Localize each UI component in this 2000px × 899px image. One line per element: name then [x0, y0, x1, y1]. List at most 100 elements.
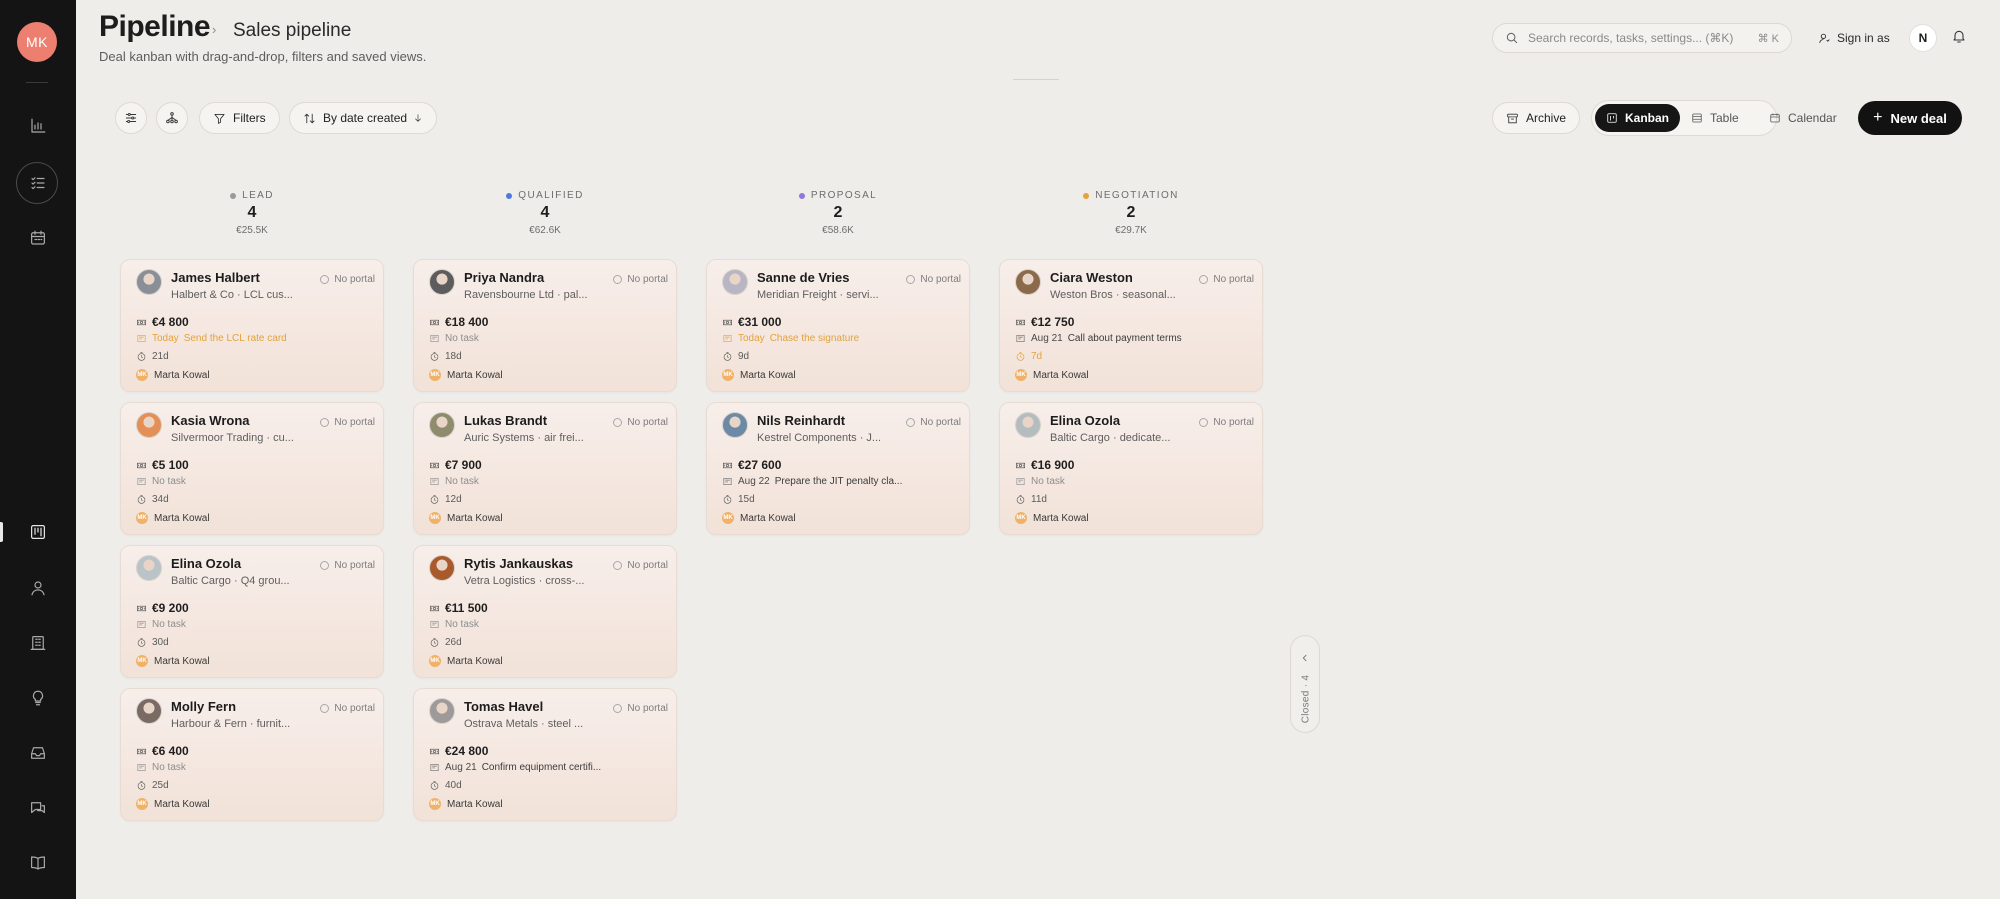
contact-name[interactable]: Molly Fern	[171, 699, 236, 714]
person-icon[interactable]	[22, 572, 54, 604]
new-deal-button[interactable]: + New deal	[1858, 101, 1962, 135]
table-view-icon	[1692, 113, 1702, 123]
contact-name[interactable]: Ciara Weston	[1050, 270, 1133, 285]
deal-card[interactable]: Elina Ozola No portal Baltic Cargo · Q4 gr…	[120, 545, 384, 678]
deal-task: No task	[136, 619, 186, 630]
calendar-icon[interactable]	[22, 222, 54, 254]
timer-icon	[137, 781, 146, 790]
sort-button[interactable]: By date created	[289, 102, 438, 134]
task-due: Aug 21	[445, 762, 477, 773]
inbox-icon[interactable]	[22, 737, 54, 769]
owner-name: Marta Kowal	[154, 369, 210, 381]
deal-age: 26d	[429, 637, 462, 648]
deal-organization: Halbert & Co · LCL cus...	[171, 289, 293, 301]
chart-icon[interactable]	[22, 110, 54, 142]
owner-name: Marta Kowal	[447, 512, 503, 524]
contact-name[interactable]: Tomas Havel	[464, 699, 543, 714]
deal-card[interactable]: Kasia Wrona No portal Silvermoor Trading ·…	[120, 402, 384, 535]
contact-name[interactable]: Rytis Jankauskas	[464, 556, 573, 571]
contact-avatar	[429, 412, 455, 438]
building-icon[interactable]	[22, 627, 54, 659]
deal-task[interactable]: Aug 21 Confirm equipment certifi...	[429, 762, 601, 773]
closed-column-toggle[interactable]: Closed · 4	[1290, 635, 1320, 733]
new-deal-label: New deal	[1890, 110, 1947, 126]
deal-card[interactable]: Lukas Brandt No portal Auric Systems · air…	[413, 402, 677, 535]
age-value: 34d	[152, 494, 169, 505]
breadcrumb[interactable]: Sales pipeline	[233, 20, 351, 42]
deal-card[interactable]: Molly Fern No portal Harbour & Fern · furn…	[120, 688, 384, 821]
deal-card[interactable]: James Halbert No portal Halbert & Co · LCL…	[120, 259, 384, 392]
task-icon	[723, 334, 732, 343]
contact-name[interactable]: Kasia Wrona	[171, 413, 250, 428]
deal-amount: €6 400	[136, 744, 189, 758]
filters-button[interactable]: Filters	[199, 102, 280, 134]
contact-name[interactable]: James Halbert	[171, 270, 260, 285]
deal-task[interactable]: Aug 21 Call about payment terms	[1015, 333, 1182, 344]
search-input[interactable]: Search records, tasks, settings... (⌘K) …	[1492, 23, 1792, 53]
user-badge[interactable]: N	[1909, 24, 1937, 52]
timer-icon	[1016, 352, 1025, 361]
timer-icon	[430, 638, 439, 647]
portal-label: No portal	[334, 274, 375, 285]
archive-button[interactable]: Archive	[1492, 102, 1581, 134]
deal-task[interactable]: Aug 22 Prepare the JIT penalty cla...	[722, 476, 902, 487]
user-avatar[interactable]: MK	[17, 22, 57, 62]
timer-icon	[430, 495, 439, 504]
deal-card[interactable]: Priya Nandra No portal Ravensbourne Ltd · …	[413, 259, 677, 392]
group-by-button[interactable]	[156, 102, 188, 134]
deal-card[interactable]: Tomas Havel No portal Ostrava Metals · ste…	[413, 688, 677, 821]
owner-avatar: MK	[136, 655, 148, 667]
deal-amount: €7 900	[429, 458, 482, 472]
deal-age: 9d	[722, 351, 749, 362]
contact-name[interactable]: Lukas Brandt	[464, 413, 547, 428]
sign-in-as-button[interactable]: Sign in as	[1806, 23, 1902, 53]
kanban-view-icon	[1607, 113, 1617, 123]
deal-owner: MK Marta Kowal	[136, 798, 210, 810]
deal-card[interactable]: Ciara Weston No portal Weston Bros · seaso…	[999, 259, 1263, 392]
chat-icon[interactable]	[22, 792, 54, 824]
tasks-icon[interactable]	[22, 167, 54, 199]
contact-name[interactable]: Sanne de Vries	[757, 270, 850, 285]
deal-card[interactable]: Sanne de Vries No portal Meridian Freight …	[706, 259, 970, 392]
contact-name[interactable]: Priya Nandra	[464, 270, 544, 285]
owner-avatar: MK	[429, 512, 441, 524]
view-tab-kanban[interactable]: Kanban	[1595, 104, 1681, 132]
notifications-button[interactable]	[1951, 28, 1971, 48]
sort-label: By date created	[323, 111, 408, 125]
deal-owner: MK Marta Kowal	[722, 512, 796, 524]
deal-amount: €27 600	[722, 458, 781, 472]
owner-name: Marta Kowal	[154, 512, 210, 524]
archive-icon	[1507, 113, 1518, 123]
timer-icon	[137, 495, 146, 504]
deal-card[interactable]: Elina Ozola No portal Baltic Cargo · dedic…	[999, 402, 1263, 535]
deal-task[interactable]: Today Send the LCL rate card	[136, 333, 287, 344]
timer-icon	[1016, 495, 1025, 504]
deal-amount: €4 800	[136, 315, 189, 329]
money-icon	[137, 319, 146, 325]
task-text: Prepare the JIT penalty cla...	[774, 476, 903, 487]
page-subtitle: Deal kanban with drag-and-drop, filters …	[99, 49, 427, 64]
portal-status: No portal	[613, 274, 668, 285]
amount-value: €9 200	[152, 601, 189, 615]
contact-name[interactable]: Elina Ozola	[1050, 413, 1120, 428]
deal-task: No task	[429, 476, 479, 487]
kanban-icon[interactable]	[22, 516, 54, 548]
money-icon	[430, 319, 439, 325]
view-tab-table[interactable]: Table	[1680, 104, 1750, 132]
contact-name[interactable]: Elina Ozola	[171, 556, 241, 571]
deal-card[interactable]: Nils Reinhardt No portal Kestrel Component…	[706, 402, 970, 535]
portal-status: No portal	[320, 274, 375, 285]
deal-age: 18d	[429, 351, 462, 362]
deal-amount: €9 200	[136, 601, 189, 615]
lightbulb-icon[interactable]	[22, 682, 54, 714]
customize-columns-button[interactable]	[115, 102, 147, 134]
view-tab-label: Calendar	[1788, 111, 1837, 125]
column-count: 2	[1126, 204, 1136, 221]
deal-organization: Baltic Cargo · Q4 grou...	[171, 575, 290, 587]
view-tab-calendar[interactable]: Calendar	[1758, 104, 1848, 132]
deal-amount: €11 500	[429, 601, 488, 615]
book-icon[interactable]	[22, 847, 54, 879]
contact-name[interactable]: Nils Reinhardt	[757, 413, 845, 428]
deal-task[interactable]: Today Chase the signature	[722, 333, 859, 344]
deal-card[interactable]: Rytis Jankauskas No portal Vetra Logistics…	[413, 545, 677, 678]
